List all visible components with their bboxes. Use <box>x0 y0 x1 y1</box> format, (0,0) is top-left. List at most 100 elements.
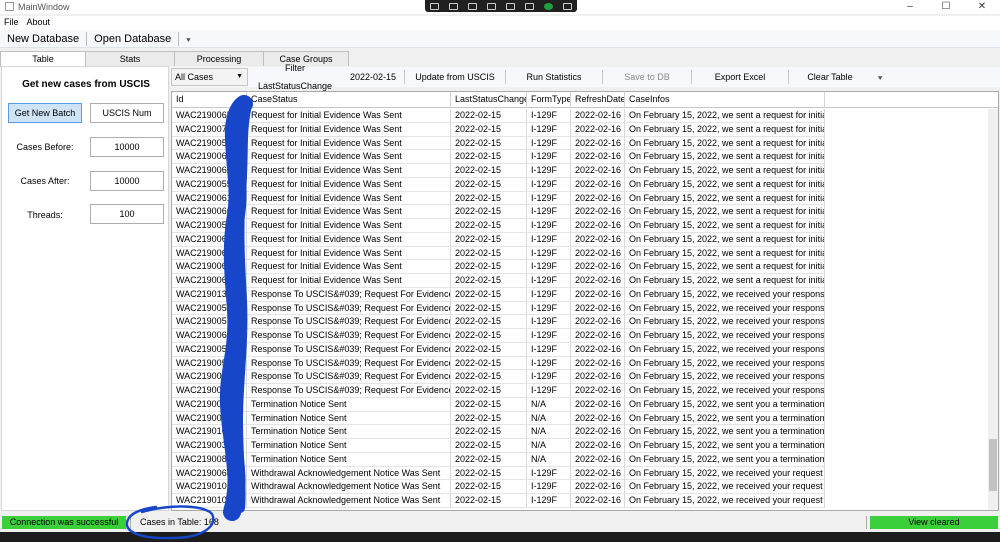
table-row[interactable]: WAC21901303 Response To USCIS&#039; Reque… <box>172 287 825 302</box>
scrollbar-thumb[interactable] <box>989 439 997 491</box>
table-row[interactable]: WAC21900628 Request for Initial Evidence … <box>172 260 825 274</box>
column-header-id[interactable]: Id <box>172 92 247 108</box>
capture-pointer-icon[interactable] <box>506 2 515 10</box>
vertical-scrollbar[interactable] <box>988 109 998 510</box>
table-row[interactable]: WAC21900542 Response To USCIS&#039; Reque… <box>172 342 825 357</box>
close-button[interactable]: ✕ <box>964 0 1000 14</box>
capture-freeform-icon[interactable] <box>468 2 477 10</box>
cases-table[interactable]: Id CaseStatus LastStatusChange FormType … <box>171 91 999 511</box>
table-row[interactable]: WAC21900667 Request for Initial Evidence … <box>172 205 825 219</box>
column-header-case-status[interactable]: CaseStatus <box>247 92 451 108</box>
cell-case-infos: On February 15, 2022, we sent a request … <box>625 150 825 164</box>
menu-about[interactable]: About <box>23 16 55 30</box>
cell-refresh-date: 2022-02-16 <box>571 109 625 123</box>
table-row[interactable]: WAC21900918 Termination Notice Sent 2022-0… <box>172 411 825 426</box>
cell-case-infos: On February 15, 2022, we received your r… <box>625 356 825 371</box>
table-row[interactable]: WAC21900651 Request for Initial Evidence … <box>172 109 825 123</box>
cell-id: WAC21900615 <box>172 329 247 343</box>
cell-case-infos: On February 15, 2022, we sent a request … <box>625 260 825 274</box>
get-new-batch-button[interactable]: Get New Batch <box>8 103 82 123</box>
cell-refresh-date: 2022-02-16 <box>571 480 625 494</box>
cell-refresh-date: 2022-02-16 <box>571 164 625 178</box>
table-row[interactable]: WAC21900573 Response To USCIS&#039; Reque… <box>172 315 825 329</box>
cell-form-type: I-129F <box>527 205 571 219</box>
open-database-button[interactable]: Open Database <box>87 30 178 48</box>
cell-last-status-change: 2022-02-15 <box>451 425 527 439</box>
column-header-last-status-change[interactable]: LastStatusChange <box>451 92 527 108</box>
minimize-button[interactable]: – <box>892 0 928 14</box>
table-row[interactable]: WAC21900615 Response To USCIS&#039; Reque… <box>172 329 825 343</box>
cell-refresh-date: 2022-02-16 <box>571 287 625 302</box>
table-row[interactable]: WAC21900643 Withdrawal Acknowledgement No… <box>172 466 825 481</box>
threads-input[interactable]: 100 <box>90 204 164 224</box>
check-icon[interactable] <box>544 2 553 10</box>
case-filter-select[interactable]: All Cases ▼ <box>171 68 248 86</box>
cell-refresh-date: 2022-02-16 <box>571 356 625 371</box>
capture-rect-icon[interactable] <box>430 2 439 10</box>
cell-id: WAC21900667 <box>172 205 247 219</box>
cell-case-infos: On February 15, 2022, we sent a request … <box>625 177 825 192</box>
table-row[interactable]: WAC21900603 Request for Initial Evidence … <box>172 232 825 247</box>
table-row[interactable]: WAC21900712 Request for Initial Evidence … <box>172 122 825 137</box>
save-to-db-button[interactable]: Save to DB <box>603 68 691 86</box>
cell-case-infos: On February 15, 2022, we sent a request … <box>625 164 825 178</box>
new-database-button[interactable]: New Database <box>0 30 86 48</box>
run-statistics-button[interactable]: Run Statistics <box>506 68 602 86</box>
table-row[interactable]: WAC21901026 Withdrawal Acknowledgement No… <box>172 494 825 508</box>
table-row[interactable]: WAC21900599 Response To USCIS&#039; Reque… <box>172 356 825 371</box>
column-header-refresh-date[interactable]: RefreshDate <box>571 92 625 108</box>
table-row[interactable]: WAC21900559 Request for Initial Evidence … <box>172 177 825 192</box>
capture-window-icon[interactable] <box>449 2 458 10</box>
filter-date-input[interactable]: 2022-02-15 <box>342 68 404 86</box>
uscis-num-input[interactable]: USCIS Num <box>90 103 164 123</box>
menu-file[interactable]: File <box>0 16 23 30</box>
cell-refresh-date: 2022-02-16 <box>571 136 625 151</box>
table-row[interactable]: WAC21900558 Request for Initial Evidence … <box>172 219 825 233</box>
column-header-case-infos[interactable]: CaseInfos <box>625 92 825 108</box>
capture-fullscreen-icon[interactable] <box>487 2 496 10</box>
update-from-uscis-button[interactable]: Update from USCIS <box>405 68 505 86</box>
cell-case-infos: On February 15, 2022, we received your r… <box>625 342 825 357</box>
cell-form-type: N/A <box>527 397 571 412</box>
cell-case-status: Termination Notice Sent <box>247 439 451 453</box>
table-row[interactable]: WAC21901012 Termination Notice Sent 2022-0… <box>172 425 825 439</box>
table-row[interactable]: WAC21900558 Response To USCIS&#039; Reque… <box>172 384 825 398</box>
maximize-button[interactable]: ☐ <box>928 0 964 14</box>
cell-last-status-change: 2022-02-15 <box>451 136 527 151</box>
cell-last-status-change: 2022-02-15 <box>451 384 527 398</box>
column-header-form-type[interactable]: FormType <box>527 92 571 108</box>
table-row[interactable]: WAC21900656 Request for Initial Evidence … <box>172 274 825 288</box>
clear-table-button[interactable]: Clear Table <box>789 68 871 86</box>
grid-toolbar-overflow-icon[interactable]: ⯆ <box>871 70 883 84</box>
table-row[interactable]: WAC21900655 Request for Initial Evidence … <box>172 246 825 261</box>
table-row[interactable]: WAC21900417 Response To USCIS&#039; Reque… <box>172 370 825 384</box>
connection-status: Connection was successful <box>2 516 126 529</box>
cell-refresh-date: 2022-02-16 <box>571 411 625 426</box>
table-row[interactable]: WAC21900314 Termination Notice Sent 2022-0… <box>172 439 825 453</box>
cell-last-status-change: 2022-02-15 <box>451 370 527 384</box>
tab-table[interactable]: Table <box>0 51 86 67</box>
table-row[interactable]: WAC21901017 Withdrawal Acknowledgement No… <box>172 480 825 494</box>
cell-refresh-date: 2022-02-16 <box>571 425 625 439</box>
capture-options-icon[interactable] <box>525 2 534 10</box>
table-row[interactable]: WAC21900635 Request for Initial Evidence … <box>172 150 825 164</box>
table-row[interactable]: WAC21900431 Termination Notice Sent 2022-0… <box>172 397 825 412</box>
cell-form-type: I-129F <box>527 466 571 481</box>
cell-id: WAC21900559 <box>172 177 247 192</box>
capture-close-icon[interactable] <box>563 2 572 10</box>
cases-before-input[interactable]: 10000 <box>90 137 164 157</box>
tab-stats[interactable]: Stats <box>85 51 175 66</box>
cell-refresh-date: 2022-02-16 <box>571 260 625 274</box>
toolbar-overflow-icon[interactable]: ⯆ <box>179 32 197 46</box>
table-row[interactable]: WAC21900584 Response To USCIS&#039; Reque… <box>172 301 825 316</box>
cell-last-status-change: 2022-02-15 <box>451 274 527 288</box>
cell-last-status-change: 2022-02-15 <box>451 466 527 481</box>
cases-after-input[interactable]: 10000 <box>90 171 164 191</box>
table-row[interactable]: WAC21900593 Request for Initial Evidence … <box>172 136 825 151</box>
export-excel-button[interactable]: Export Excel <box>692 68 788 86</box>
table-row[interactable]: WAC21900881 Termination Notice Sent 2022-0… <box>172 452 825 467</box>
table-row[interactable]: WAC21900624 Request for Initial Evidence … <box>172 164 825 178</box>
cell-form-type: I-129F <box>527 342 571 357</box>
cell-last-status-change: 2022-02-15 <box>451 260 527 274</box>
table-row[interactable]: WAC21900611 Request for Initial Evidence … <box>172 191 825 206</box>
